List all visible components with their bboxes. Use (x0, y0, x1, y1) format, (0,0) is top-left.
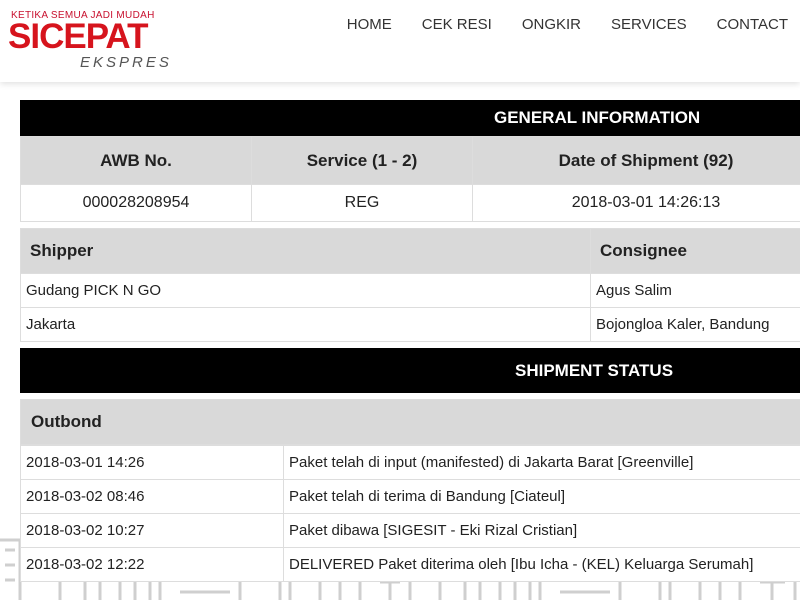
awb-header: AWB No. (20, 136, 252, 185)
status-history-table: 2018-03-01 14:26 Paket telah di input (m… (20, 445, 800, 582)
table-row: 2018-03-01 14:26 Paket telah di input (m… (20, 445, 800, 480)
nav-home[interactable]: HOME (332, 14, 407, 35)
logo-brand: SICEPAT (8, 17, 148, 56)
parties-table: Shipper Consignee Gudang PICK N GO Agus … (20, 228, 800, 342)
main-nav: HOME CEK RESI ONGKIR SERVICES CONTACT (332, 14, 788, 35)
shipper-city: Jakarta (20, 307, 591, 342)
status-description: DELIVERED Paket diterima oleh [Ibu Icha … (283, 547, 800, 582)
nav-contact[interactable]: CONTACT (702, 14, 788, 35)
consignee-city: Bojongloa Kaler, Bandung (590, 307, 800, 342)
nav-ongkir[interactable]: ONGKIR (507, 14, 596, 35)
tracking-result: GENERAL INFORMATION AWB No. Service (1 -… (20, 100, 800, 582)
logo-subtitle: EKSPRES (80, 54, 172, 71)
general-information-title: GENERAL INFORMATION (20, 100, 800, 136)
outbond-section-header: Outbond (20, 399, 800, 445)
general-information-table: AWB No. Service (1 - 2) Date of Shipment… (20, 136, 800, 222)
shipper-name: Gudang PICK N GO (20, 273, 591, 308)
shipment-date-value: 2018-03-01 14:26:13 (472, 184, 800, 222)
consignee-name: Agus Salim (590, 273, 800, 308)
consignee-header: Consignee (590, 228, 800, 274)
awb-value: 000028208954 (20, 184, 252, 222)
table-row: 2018-03-02 10:27 Paket dibawa [SIGESIT -… (20, 513, 800, 548)
table-row: 2018-03-02 08:46 Paket telah di terima d… (20, 479, 800, 514)
sicepat-logo[interactable]: KETIKA SEMUA JADI MUDAH SICEPAT EKSPRES (8, 8, 178, 72)
nav-services[interactable]: SERVICES (596, 14, 702, 35)
shipper-header: Shipper (20, 228, 591, 274)
site-header: KETIKA SEMUA JADI MUDAH SICEPAT EKSPRES … (0, 0, 800, 82)
status-description: Paket telah di input (manifested) di Jak… (283, 445, 800, 480)
status-description: Paket dibawa [SIGESIT - Eki Rizal Cristi… (283, 513, 800, 548)
shipment-status-title: SHIPMENT STATUS (20, 348, 800, 393)
status-time: 2018-03-01 14:26 (20, 445, 284, 480)
status-time: 2018-03-02 10:27 (20, 513, 284, 548)
nav-cek-resi[interactable]: CEK RESI (407, 14, 507, 35)
shipment-date-header: Date of Shipment (92) (472, 136, 800, 185)
status-time: 2018-03-02 08:46 (20, 479, 284, 514)
service-value: REG (251, 184, 473, 222)
table-row: 2018-03-02 12:22 DELIVERED Paket diterim… (20, 547, 800, 582)
status-time: 2018-03-02 12:22 (20, 547, 284, 582)
service-header: Service (1 - 2) (251, 136, 473, 185)
status-description: Paket telah di terima di Bandung [Ciateu… (283, 479, 800, 514)
